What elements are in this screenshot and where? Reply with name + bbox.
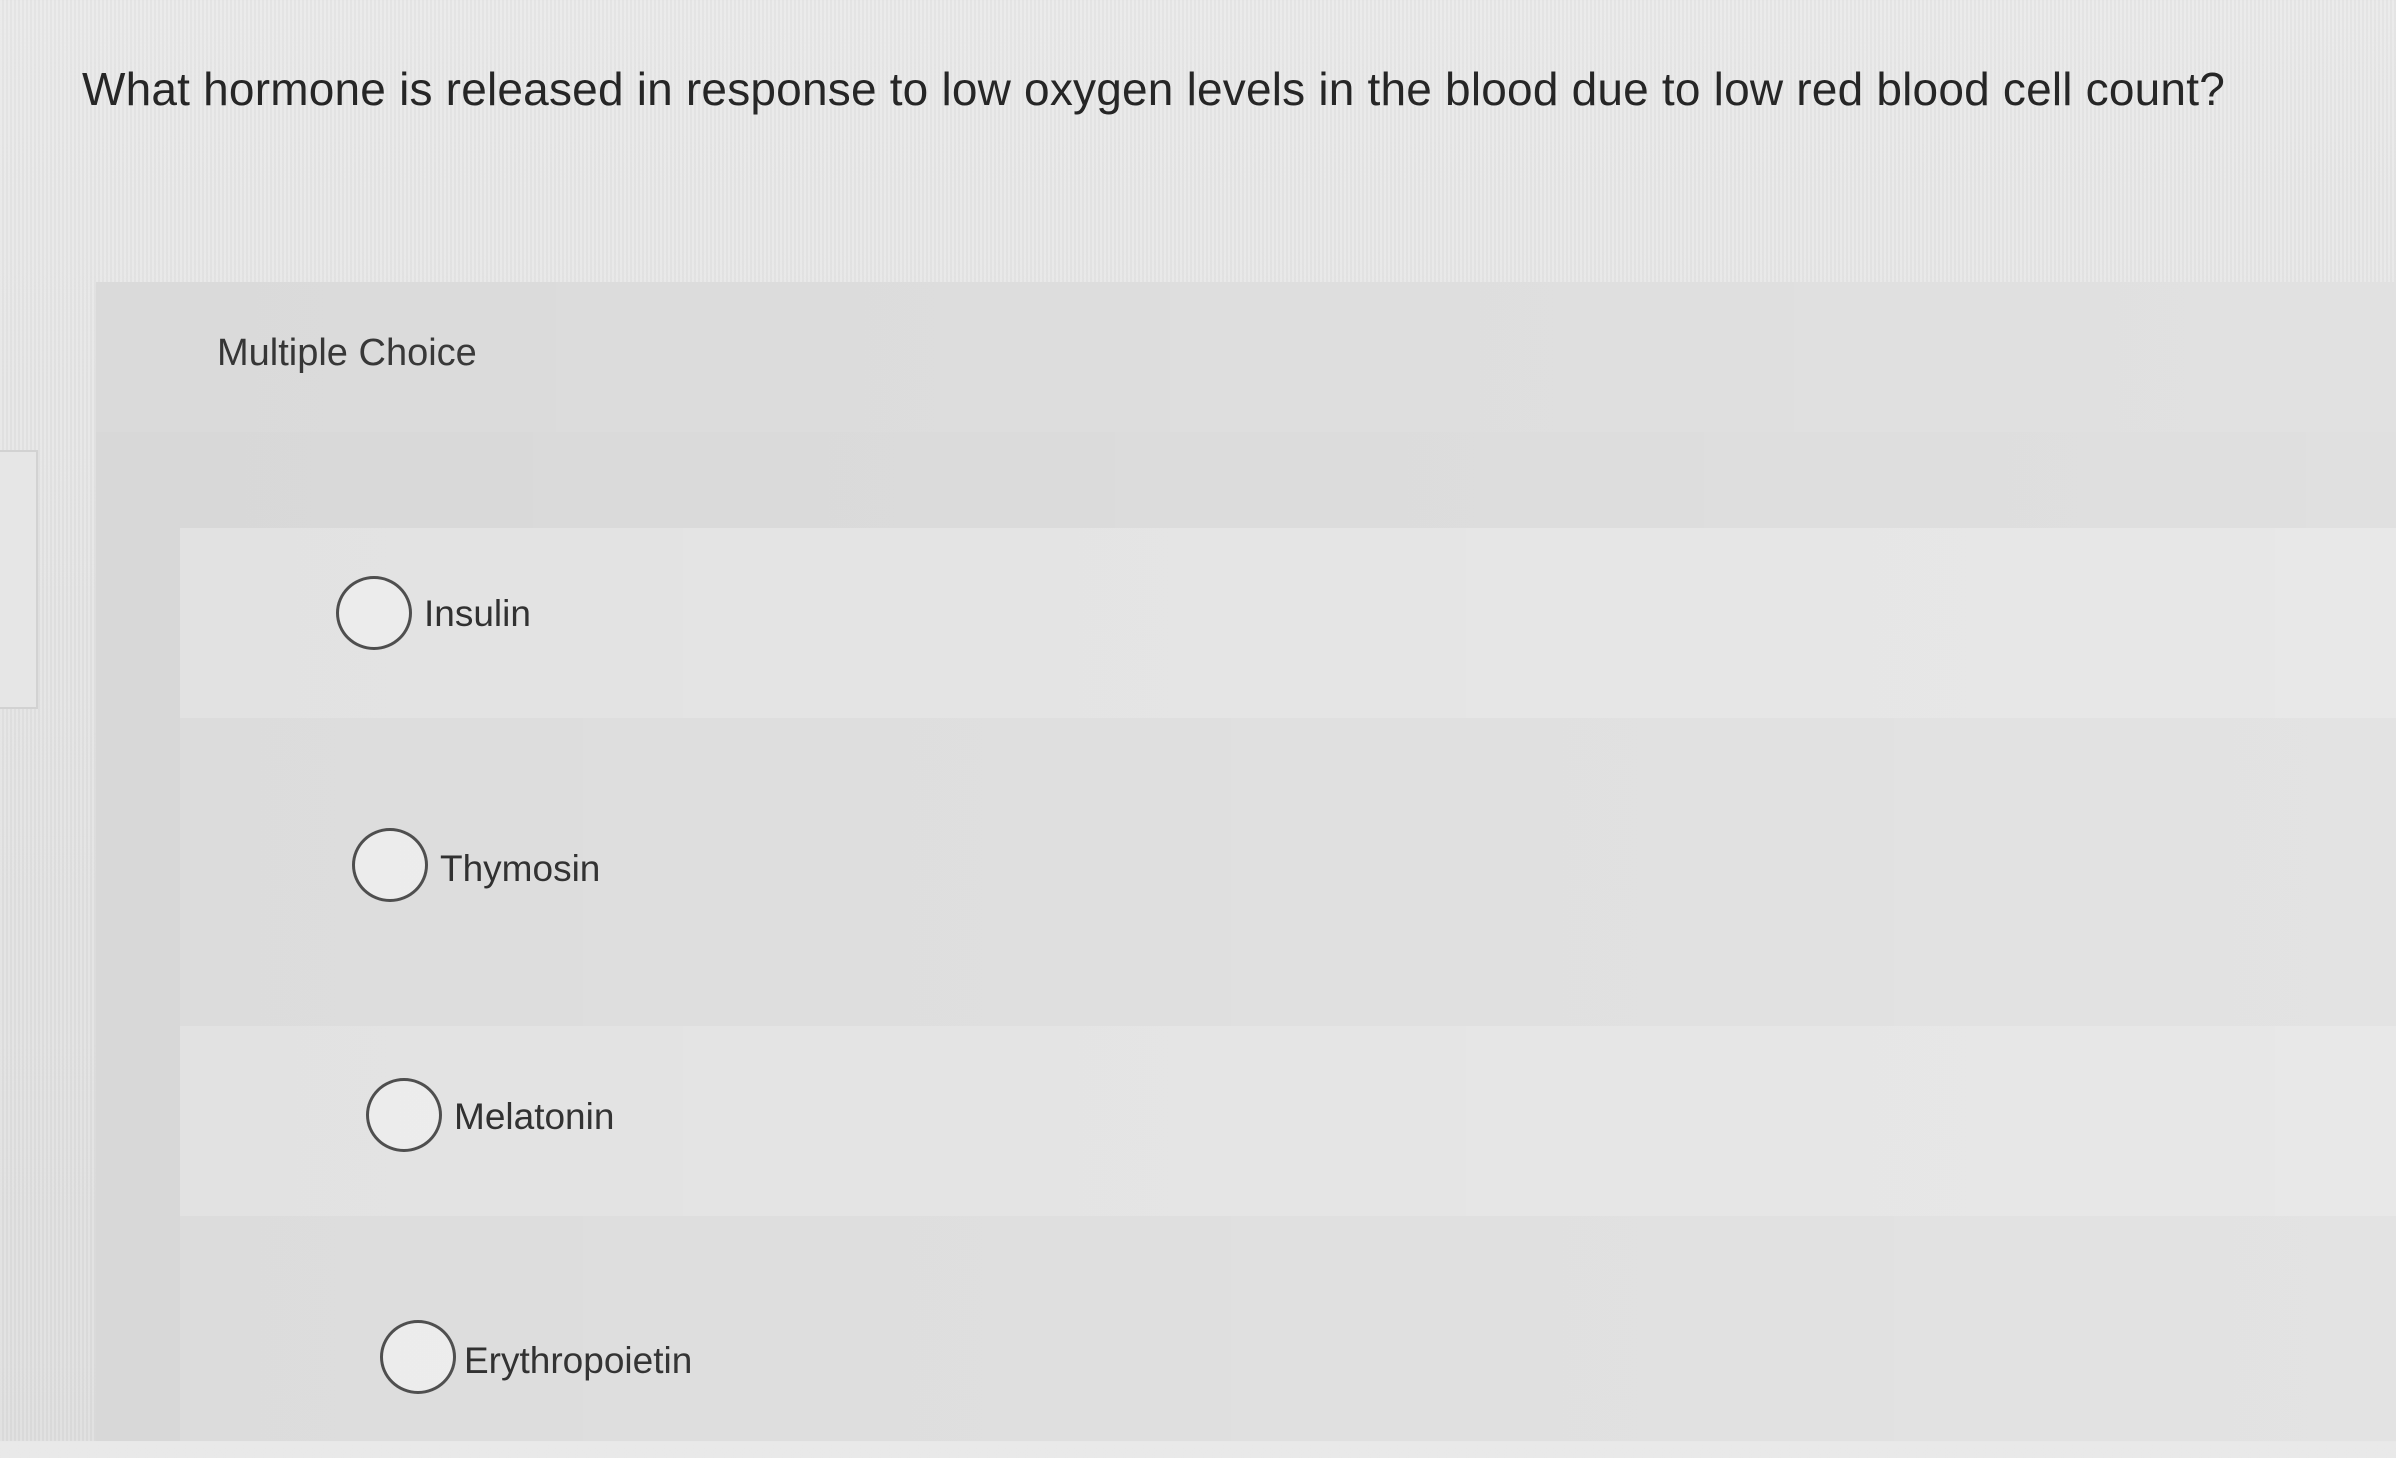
radio-button-insulin[interactable] <box>336 576 412 650</box>
multiple-choice-label: Multiple Choice <box>217 332 477 374</box>
option-label: Erythropoietin <box>464 1340 693 1381</box>
option-label: Insulin <box>424 593 531 634</box>
option-label: Melatonin <box>454 1096 615 1137</box>
options-list: Insulin Thymosin Melatonin Erythropoieti… <box>180 528 2396 1441</box>
left-edge-tab <box>0 450 38 709</box>
option-melatonin[interactable]: Melatonin <box>180 1026 2396 1216</box>
option-label: Thymosin <box>440 848 601 889</box>
radio-button-thymosin[interactable] <box>352 828 428 902</box>
option-insulin[interactable]: Insulin <box>180 528 2396 718</box>
multiple-choice-panel: Multiple Choice Insulin Thymosin Melaton… <box>96 282 2396 1441</box>
radio-button-melatonin[interactable] <box>366 1078 442 1152</box>
option-erythropoietin[interactable]: Erythropoietin <box>180 1268 2396 1458</box>
multiple-choice-header: Multiple Choice <box>96 282 2396 432</box>
option-thymosin[interactable]: Thymosin <box>180 776 2396 966</box>
question-text: What hormone is released in response to … <box>82 63 2225 115</box>
radio-button-erythropoietin[interactable] <box>380 1320 456 1394</box>
